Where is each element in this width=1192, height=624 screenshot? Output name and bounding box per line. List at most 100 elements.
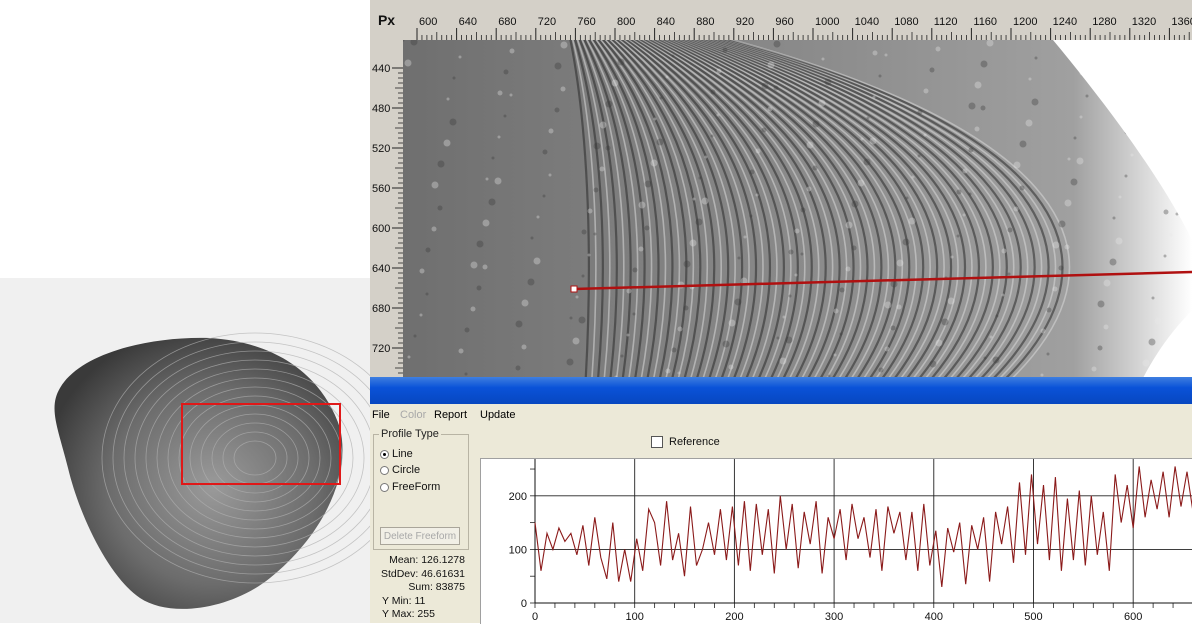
texture-speck [885,54,888,57]
radio-line[interactable]: Line [380,448,413,460]
texture-speck [534,258,541,265]
texture-speck [1053,242,1060,249]
texture-speck [1158,276,1161,279]
texture-speck [471,262,478,269]
texture-speck [600,122,607,129]
menu-report[interactable]: Report [434,409,467,421]
stats-panel: Mean: 126.1278 StdDev: 46.61631 Sum: 838… [374,554,468,622]
ruler-y-label: 480 [372,103,390,115]
texture-speck [483,220,490,227]
texture-speck [1026,120,1033,127]
texture-speck [879,368,884,373]
reference-toggle[interactable]: Reference [651,436,720,448]
ruler-x-label: 920 [736,16,754,28]
menu-file[interactable]: File [372,409,390,421]
reference-checkbox[interactable] [651,436,663,448]
texture-speck [495,178,502,185]
texture-speck [672,55,675,58]
x-tick-label: 500 [1024,611,1042,623]
texture-speck [1059,221,1066,228]
reference-label: Reference [669,436,720,448]
ruler-x-label: 840 [657,16,675,28]
texture-speck [702,198,709,205]
texture-speck [834,309,839,314]
delete-freeform-button[interactable]: Delete Freeform [380,527,460,545]
stat-mean: Mean: 126.1278 [374,554,468,568]
texture-speck [447,98,450,101]
texture-speck [990,336,993,339]
menu-color[interactable]: Color [400,409,426,421]
ruler-x-label: 760 [577,16,595,28]
texture-speck [420,269,425,274]
profile-window-title-bar[interactable] [370,377,1192,404]
texture-speck [1155,318,1162,325]
texture-speck [936,340,943,347]
texture-speck [1014,162,1021,169]
texture-speck [861,138,864,141]
texture-speck [891,326,896,331]
texture-speck [873,51,878,56]
texture-speck [678,372,681,375]
texture-speck [465,328,470,333]
texture-speck [969,103,976,110]
texture-speck [672,348,677,353]
radio-circle-indicator[interactable] [380,466,389,475]
texture-speck [651,160,658,167]
texture-speck [618,59,625,66]
texture-speck [1098,346,1103,351]
texture-speck [567,359,574,366]
texture-speck [1002,294,1005,297]
texture-speck [807,187,812,192]
x-tick-label: 400 [925,611,943,623]
profile-series-line [535,466,1192,587]
texture-speck [729,320,736,327]
ruler-x-label: 1320 [1132,16,1156,28]
radio-freeform[interactable]: FreeForm [380,481,440,493]
texture-speck [1035,57,1038,60]
texture-speck [738,257,741,260]
thumbnail-panel[interactable] [0,278,370,623]
texture-speck [963,214,966,217]
texture-speck [522,300,529,307]
texture-speck [522,345,527,350]
texture-speck [930,361,937,368]
x-tick-label: 100 [626,611,644,623]
texture-speck [870,138,877,145]
y-tick-label: 100 [509,544,527,556]
ruler-x-label: 1160 [973,16,997,28]
texture-speck [471,307,476,312]
radio-freeform-indicator[interactable] [380,483,389,492]
texture-speck [750,215,753,218]
texture-speck [405,60,412,67]
texture-speck [912,176,915,179]
texture-speck [930,68,935,73]
ruler-x-label: 680 [498,16,516,28]
radio-circle[interactable]: Circle [380,464,420,476]
texture-speck [1008,273,1011,276]
texture-speck [873,96,876,99]
texture-speck [942,319,949,326]
texture-speck [936,47,941,52]
texture-speck [819,100,826,107]
texture-speck [840,288,845,293]
ruler-x-label: 1080 [894,16,918,28]
texture-speck [660,97,663,100]
texture-speck [909,218,916,225]
image-canvas[interactable] [403,40,1192,378]
texture-speck [717,69,722,74]
texture-speck [975,127,980,132]
texture-speck [699,177,702,180]
texture-speck [723,341,730,348]
texture-speck [645,226,650,231]
texture-speck [1104,280,1111,287]
texture-speck [426,293,429,296]
radio-line-indicator[interactable] [380,450,389,459]
menu-update[interactable]: Update [480,409,515,421]
texture-speck [657,139,664,146]
texture-speck [780,358,787,365]
texture-speck [612,80,619,87]
texture-speck [756,149,761,154]
texture-speck [627,289,632,294]
ruler-x-label: 1120 [934,16,958,28]
profile-line-start-handle[interactable] [571,286,577,292]
